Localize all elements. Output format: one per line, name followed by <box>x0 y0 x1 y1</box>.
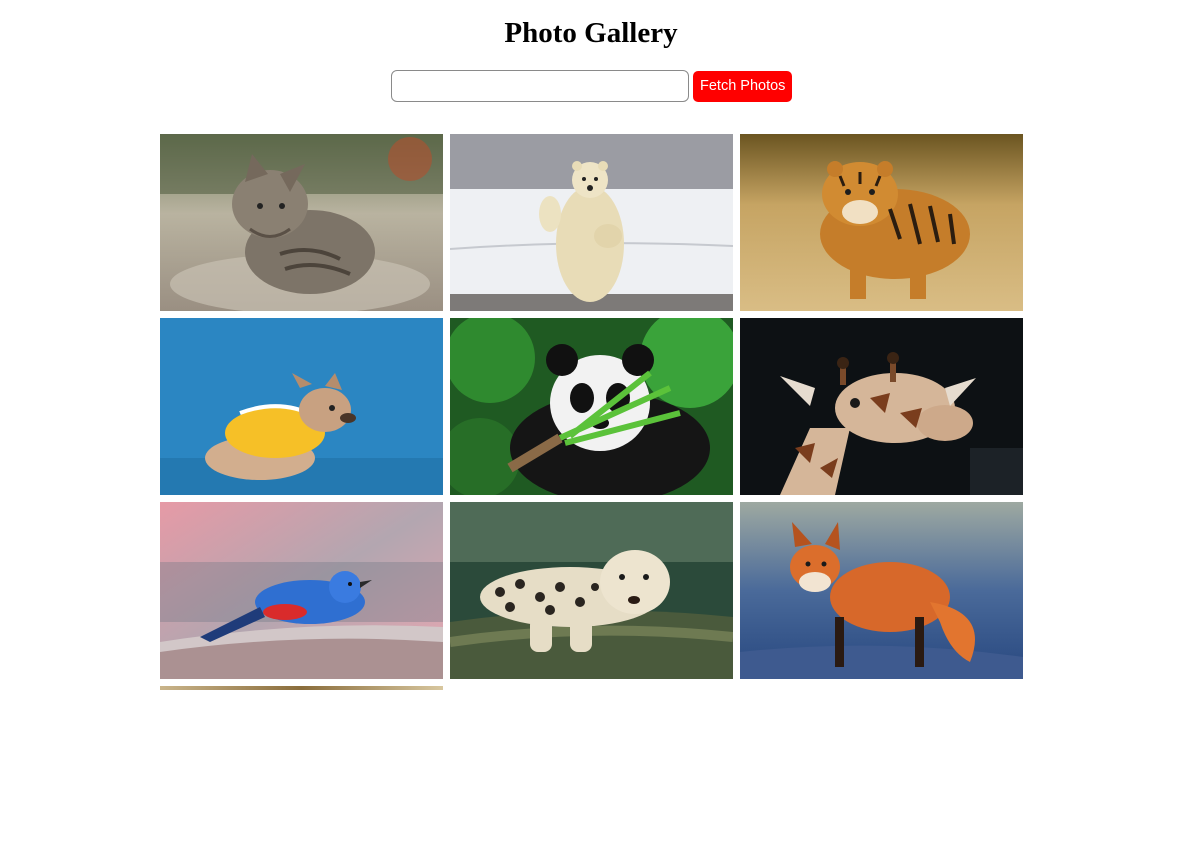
search-input[interactable] <box>391 70 689 102</box>
photo-tiger[interactable] <box>740 134 1023 311</box>
photo-kitten[interactable] <box>160 134 443 311</box>
fetch-photos-button[interactable]: Fetch Photos <box>693 70 793 102</box>
photo-blue-bird[interactable] <box>160 502 443 679</box>
photo-gallery-grid <box>160 134 1023 863</box>
panda-image <box>450 318 733 495</box>
kitten-image <box>160 134 443 311</box>
blue-bird-image <box>160 502 443 679</box>
photo-panda[interactable] <box>450 318 733 495</box>
leopard-image <box>450 502 733 679</box>
polar-bear-image <box>450 134 733 311</box>
french-bulldog-image <box>160 318 443 495</box>
photo-polar-bear[interactable] <box>450 134 733 311</box>
photo-leopard[interactable] <box>450 502 733 679</box>
photo-french-bulldog[interactable] <box>160 318 443 495</box>
giraffe-image <box>740 318 1023 495</box>
search-bar: Fetch Photos <box>391 70 793 102</box>
tiger-image <box>740 134 1023 311</box>
photo-giraffe[interactable] <box>740 318 1023 495</box>
photo-red-fox[interactable] <box>740 502 1023 679</box>
page-title: Photo Gallery <box>504 17 678 49</box>
red-fox-image <box>740 502 1023 679</box>
